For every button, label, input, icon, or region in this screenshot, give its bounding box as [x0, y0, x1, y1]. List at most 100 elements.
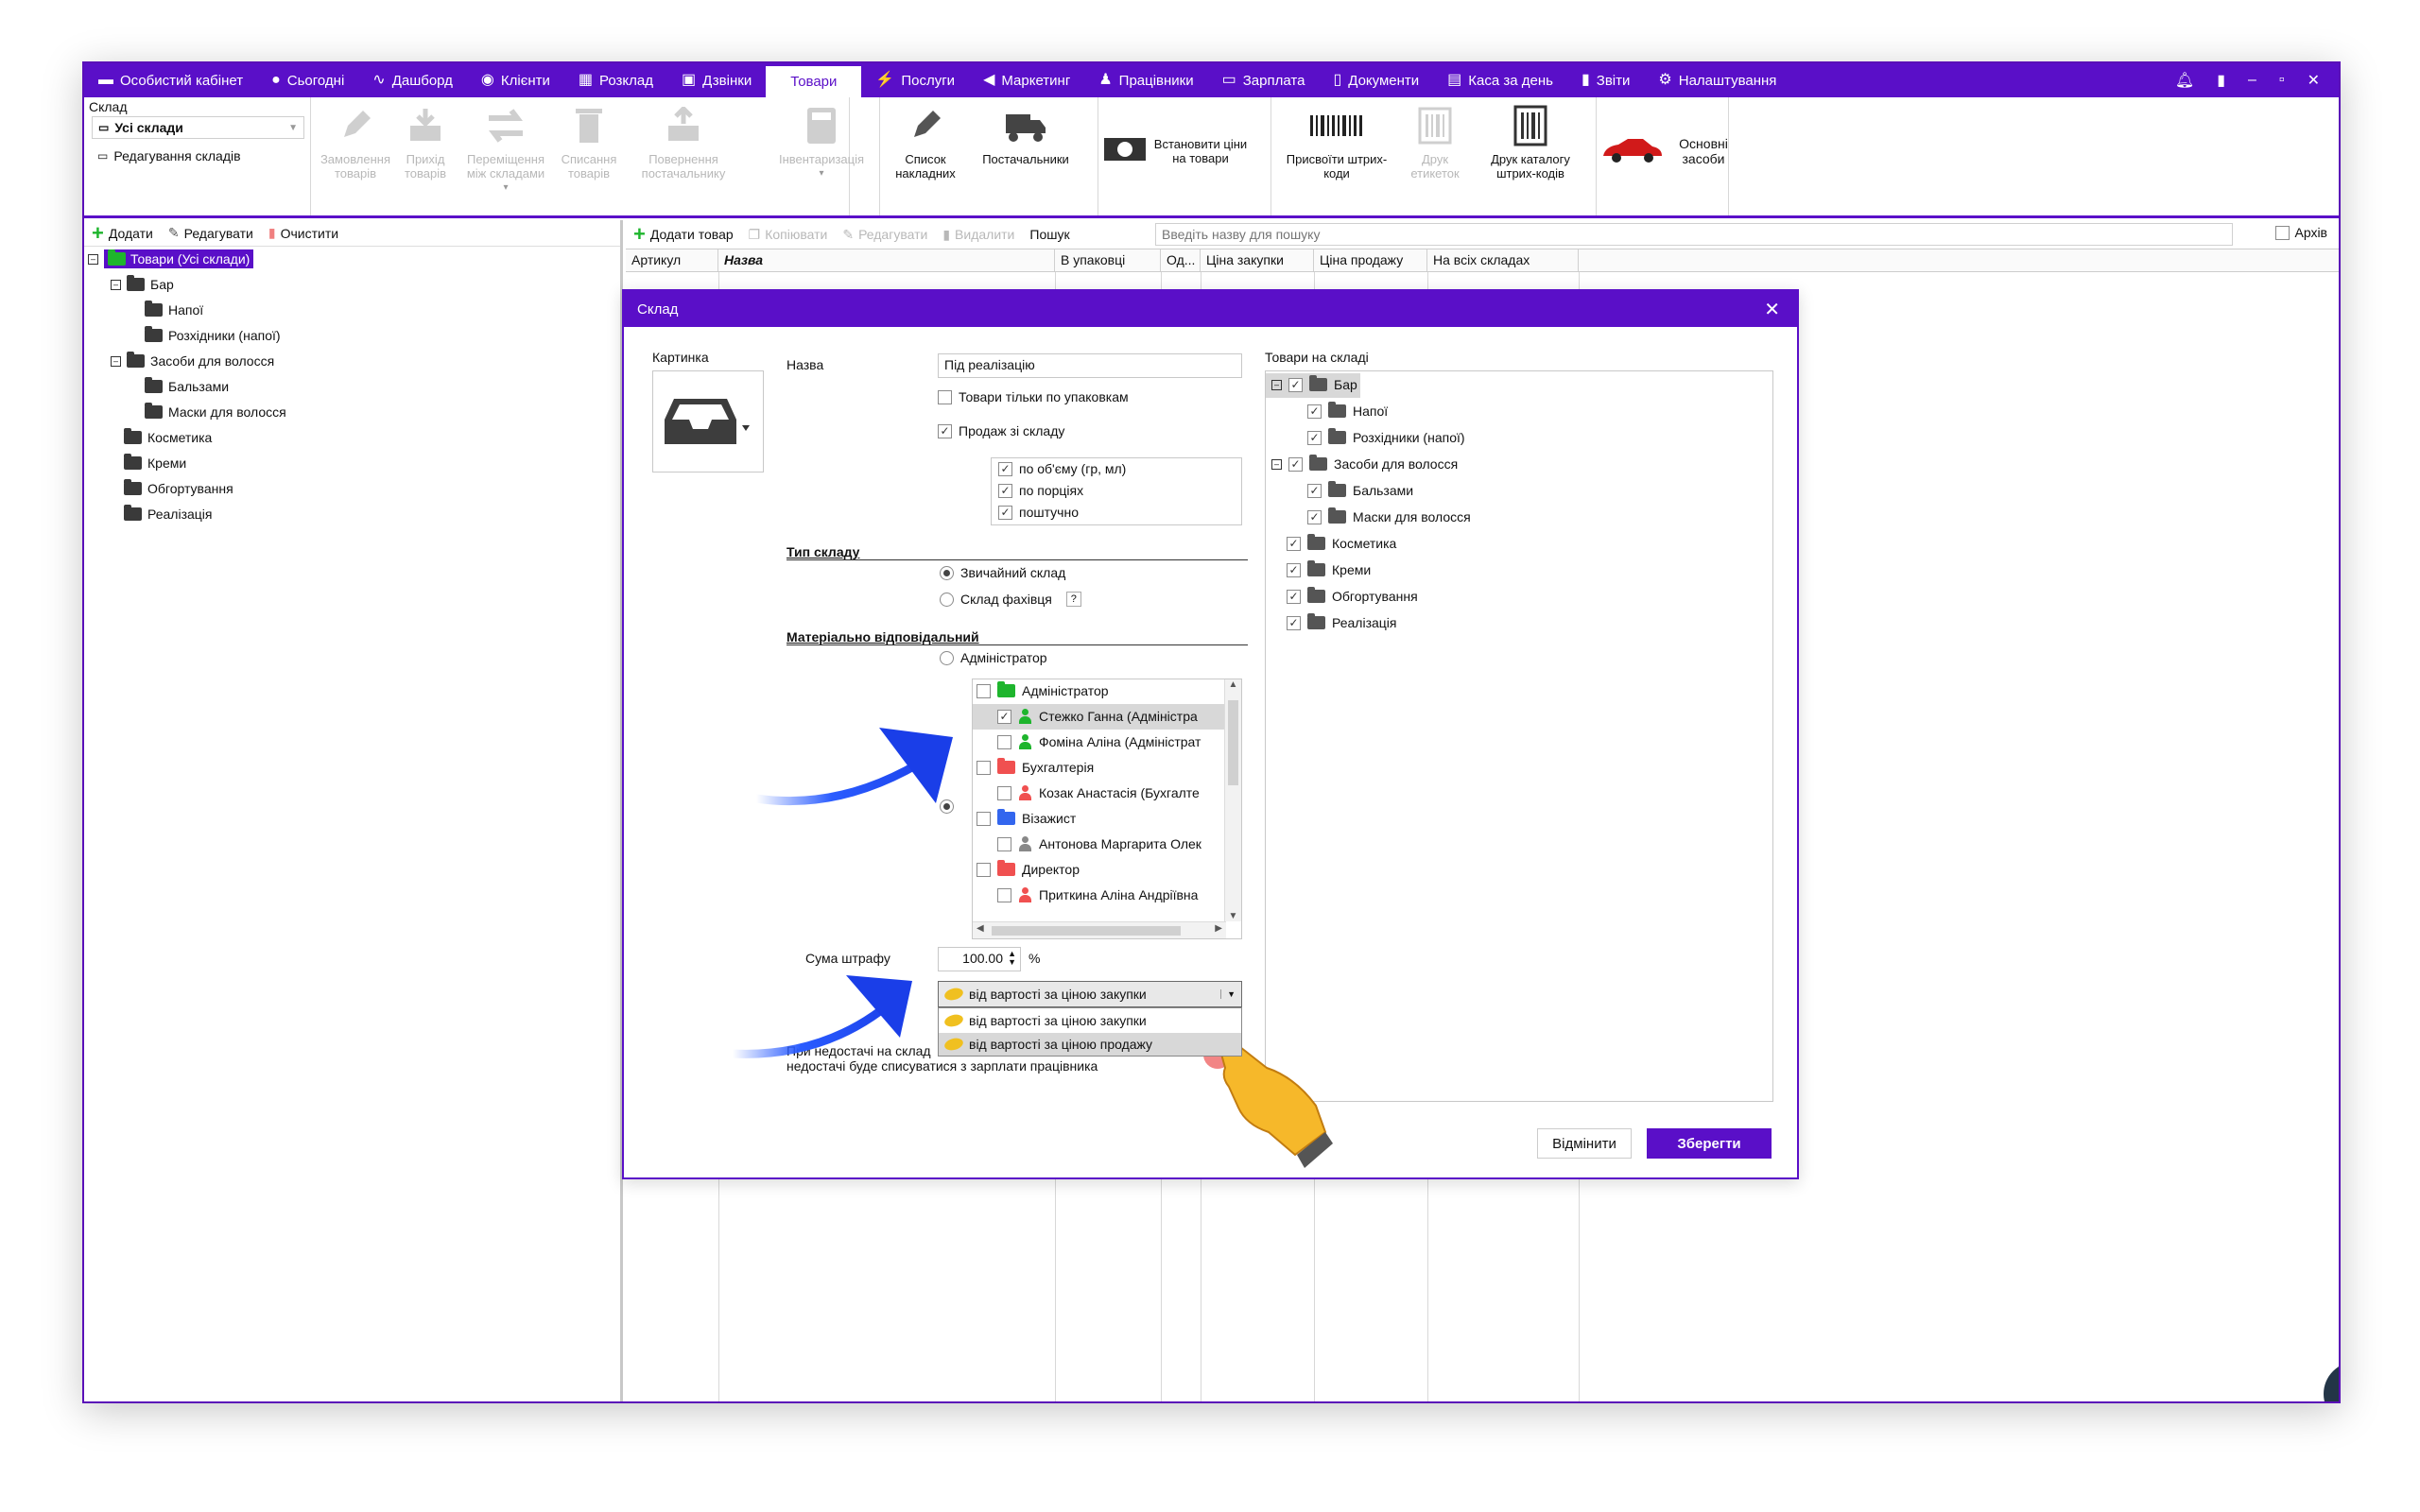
- tab-employees[interactable]: ♟ Працівники: [1084, 63, 1207, 97]
- move-goods-button[interactable]: Переміщення між складами ▾: [460, 103, 551, 195]
- col-sale-price[interactable]: Ціна продажу: [1314, 249, 1427, 271]
- tree-item-root[interactable]: – Товари (Усі склади): [88, 247, 254, 271]
- tree-item-hair-masks[interactable]: Маски для волосся: [145, 400, 286, 424]
- list-group-admin[interactable]: Адміністратор: [977, 681, 1109, 698]
- col-package[interactable]: В упаковці: [1055, 249, 1161, 271]
- vertical-scrollbar[interactable]: ▲ ▼: [1224, 679, 1241, 921]
- archive-checkbox[interactable]: Архів: [2275, 225, 2327, 240]
- tree-item-sales[interactable]: Реалізація: [124, 502, 213, 526]
- only-packages-checkbox[interactable]: Товари тільки по упаковкам: [938, 389, 1129, 404]
- close-icon[interactable]: ✕: [2308, 71, 2320, 90]
- tab-dashboard[interactable]: ∿ Дашборд: [358, 63, 467, 97]
- picture-box[interactable]: [652, 370, 764, 472]
- goods-tree-sales[interactable]: ✓ Реалізація: [1287, 613, 1397, 630]
- goods-tree-hair-care[interactable]: – ✓ Засоби для волосся: [1271, 455, 1458, 472]
- fixed-assets-button[interactable]: Основні засоби: [1601, 135, 1809, 166]
- tab-schedule[interactable]: ▦ Розклад: [564, 63, 667, 97]
- responsible-admin-radio[interactable]: Адміністратор: [940, 650, 1047, 665]
- col-all-warehouses[interactable]: На всіх складах: [1427, 249, 1579, 271]
- horizontal-scrollbar[interactable]: ◀ ▶: [973, 921, 1226, 938]
- penalty-basis-select[interactable]: від вартості за ціною закупки ▼: [938, 981, 1242, 1007]
- list-group-makeup[interactable]: Візажист: [977, 809, 1076, 826]
- list-item-employee[interactable]: ✓ Стежко Ганна (Адміністра: [997, 709, 1198, 724]
- tab-cash-day[interactable]: ▤ Каса за день: [1433, 63, 1567, 97]
- tab-today[interactable]: ● Сьогодні: [257, 63, 358, 97]
- tree-item-cosmetics[interactable]: Косметика: [124, 425, 212, 450]
- scroll-down-icon[interactable]: ▼: [1225, 911, 1241, 921]
- by-piece-checkbox[interactable]: ✓ поштучно: [998, 505, 1079, 520]
- tab-marketing[interactable]: ◀ Маркетинг: [969, 63, 1084, 97]
- bell-icon[interactable]: 🔔︎: [2175, 71, 2194, 90]
- scroll-right-icon[interactable]: ▶: [1215, 923, 1222, 934]
- delete-product-button[interactable]: ▮ Видалити: [942, 227, 1014, 243]
- goods-tree-equipment[interactable]: ✓ Обгортування: [1287, 587, 1418, 604]
- scroll-up-icon[interactable]: ▲: [1225, 679, 1241, 690]
- tree-item-hair-care[interactable]: – Засоби для волосся: [111, 349, 274, 373]
- goods-tree-drinks[interactable]: ✓ Напої: [1307, 402, 1388, 419]
- col-purchase-price[interactable]: Ціна закупки: [1201, 249, 1314, 271]
- cancel-button[interactable]: Відмінити: [1537, 1128, 1632, 1159]
- print-barcode-catalog-button[interactable]: Друк каталогу штрих-кодів: [1474, 103, 1587, 180]
- scroll-thumb[interactable]: [992, 926, 1181, 936]
- dropdown-option-purchase[interactable]: від вартості за ціною закупки: [939, 1009, 1241, 1032]
- tree-item-balms[interactable]: Бальзами: [145, 374, 229, 399]
- col-name[interactable]: Назва: [718, 249, 1055, 271]
- list-group-accounting[interactable]: Бухгалтерія: [977, 758, 1094, 775]
- col-article[interactable]: Артикул: [626, 249, 718, 271]
- regular-warehouse-radio[interactable]: Звичайний склад: [940, 565, 1065, 580]
- tab-reports[interactable]: ▮ Звіти: [1567, 63, 1644, 97]
- goods-tree-bottled-drinks[interactable]: ✓ Розхідники (напої): [1307, 428, 1465, 445]
- list-item-employee[interactable]: Фоміна Аліна (Адміністрат: [997, 734, 1201, 749]
- tab-personal-cabinet[interactable]: ▬ Особистий кабінет: [84, 63, 257, 97]
- edit-category-button[interactable]: ✎ Редагувати: [168, 225, 253, 241]
- tree-item-bar[interactable]: – Бар: [111, 272, 174, 297]
- col-unit[interactable]: Од...: [1161, 249, 1201, 271]
- edit-product-button[interactable]: ✎ Редагувати: [842, 227, 927, 243]
- by-volume-checkbox[interactable]: ✓ по об'єму (гр, мл): [998, 461, 1126, 476]
- list-item-employee[interactable]: Козак Анастасія (Бухгалте: [997, 785, 1200, 800]
- by-portions-checkbox[interactable]: ✓ по порціях: [998, 483, 1083, 498]
- invoice-list-button[interactable]: Список накладних: [884, 103, 967, 180]
- restore-icon[interactable]: ▫: [2279, 72, 2285, 89]
- tree-item-bottled-drinks[interactable]: Розхідники (напої): [145, 323, 281, 348]
- dropdown-option-sale[interactable]: від вартості за ціною продажу: [939, 1033, 1241, 1056]
- list-item-employee[interactable]: Приткина Аліна Андріївна: [997, 887, 1198, 902]
- return-supplier-button[interactable]: Повернення постачальнику: [631, 103, 736, 180]
- tab-goods[interactable]: Товари: [766, 66, 862, 97]
- list-item-employee[interactable]: Антонова Маргарита Олек: [997, 836, 1201, 851]
- lock-icon[interactable]: ▮: [2217, 71, 2225, 90]
- tree-item-creams[interactable]: Креми: [124, 451, 186, 475]
- scroll-left-icon[interactable]: ◀: [977, 923, 984, 934]
- writeoff-goods-button[interactable]: Списання товарів: [551, 103, 627, 180]
- assign-barcodes-button[interactable]: Присвоїти штрих-коди: [1275, 103, 1398, 180]
- minimize-icon[interactable]: –: [2248, 72, 2256, 89]
- search-input[interactable]: [1155, 223, 2233, 246]
- tab-salary[interactable]: ▭ Зарплата: [1208, 63, 1320, 97]
- tree-item-drinks[interactable]: Напої: [145, 298, 203, 322]
- clear-category-button[interactable]: ▮ Очистити: [268, 225, 338, 241]
- suppliers-button[interactable]: Постачальники: [969, 103, 1082, 166]
- tab-services[interactable]: ⚡ Послуги: [861, 63, 969, 97]
- edit-warehouses-button[interactable]: ▭ Редагування складів: [97, 148, 241, 163]
- tab-documents[interactable]: ▯ Документи: [1319, 63, 1433, 97]
- warehouse-select[interactable]: ▭ Усі склади ▼: [92, 116, 304, 139]
- add-category-button[interactable]: + Додати: [92, 221, 153, 246]
- add-product-button[interactable]: + Додати товар: [633, 222, 734, 247]
- penalty-input[interactable]: 100.00 ▲ ▼: [938, 947, 1021, 971]
- spinner-icon[interactable]: ▲ ▼: [1008, 950, 1016, 967]
- responsible-employee-radio[interactable]: [940, 799, 954, 814]
- goods-tree-hair-masks[interactable]: ✓ Маски для волосся: [1307, 507, 1471, 524]
- order-goods-button[interactable]: Замовлення товарів: [315, 103, 396, 180]
- copy-button[interactable]: ❐ Копіювати: [749, 227, 828, 243]
- receipt-goods-button[interactable]: Прихід товарів: [394, 103, 457, 180]
- goods-tree-balms[interactable]: ✓ Бальзами: [1307, 481, 1413, 498]
- goods-tree-creams[interactable]: ✓ Креми: [1287, 560, 1371, 577]
- name-input[interactable]: Під реалізацію: [938, 353, 1242, 378]
- inventory-button[interactable]: Інвентаризація ▾: [769, 103, 873, 180]
- tab-settings[interactable]: ⚙ Налаштування: [1644, 63, 1790, 97]
- scroll-thumb[interactable]: [1228, 700, 1238, 785]
- tab-calls[interactable]: ▣ Дзвінки: [667, 63, 766, 97]
- sell-from-warehouse-checkbox[interactable]: ✓ Продаж зі складу: [938, 423, 1064, 438]
- goods-tree-cosmetics[interactable]: ✓ Косметика: [1287, 534, 1396, 551]
- tab-clients[interactable]: ◉ Клієнти: [467, 63, 564, 97]
